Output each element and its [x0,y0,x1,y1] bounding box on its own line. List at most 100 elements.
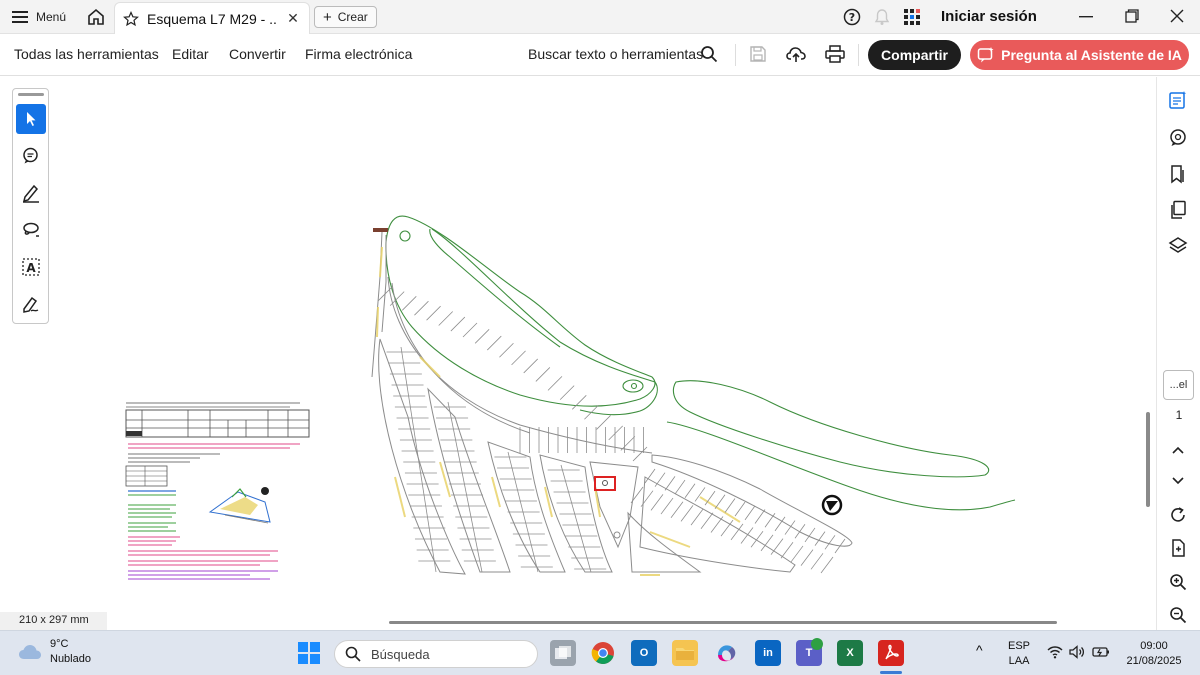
excel-app-icon[interactable]: X [837,640,863,666]
lot-line [700,512,714,530]
svg-text:?: ? [849,11,855,24]
taskbar-search[interactable]: Búsqueda [334,640,538,668]
lot-line [650,494,664,511]
help-icon[interactable]: ? [842,7,862,27]
lot-line [760,534,774,552]
taskbar-search-placeholder: Búsqueda [371,646,430,662]
ai-summary-icon[interactable] [1167,89,1189,111]
home-button[interactable] [84,5,108,29]
title-bar: Menú Esquema L7 M29 - ... ✕ + Crear ? In… [0,0,1200,34]
sign-tool-button[interactable] [16,289,46,319]
acrobat-app-icon[interactable] [878,640,904,666]
vertical-scroll-thumb[interactable] [1146,412,1150,507]
lot-line [664,476,676,491]
close-window-button[interactable] [1163,4,1191,28]
lot-line [462,322,478,338]
hamburger-icon [12,11,28,23]
select-tool-button[interactable] [16,104,46,134]
page-number: 1 [1175,408,1183,422]
lot-line [608,425,623,441]
plan-road-outline [371,231,853,575]
battery-icon[interactable] [1092,645,1110,664]
minimize-button[interactable] [1072,4,1100,28]
microsoft-365-app-icon[interactable] [713,640,739,666]
chrome-app-icon[interactable] [590,640,616,666]
lot-line [764,512,776,528]
star-icon[interactable] [123,10,139,27]
document-viewer[interactable] [0,77,1141,630]
edit-menu[interactable]: Editar [172,46,209,62]
document-tab[interactable]: Esquema L7 M29 - ... ✕ [114,2,310,34]
bookmarks-icon[interactable] [1167,163,1189,185]
menu-button[interactable]: Menú [12,7,66,27]
temperature: 9°C [50,638,69,650]
esign-menu[interactable]: Firma electrónica [305,46,412,62]
drag-grip[interactable] [18,93,44,96]
linkedin-app-icon[interactable]: in [755,640,781,666]
all-tools-menu[interactable]: Todas las herramientas [14,46,159,62]
chevron-down-icon[interactable] [1167,470,1189,492]
share-button[interactable]: Compartir [868,40,961,70]
lot-line [654,472,666,487]
comments-panel-icon[interactable] [1167,127,1189,149]
vertical-scrollbar[interactable] [1141,77,1156,630]
lot-line [584,404,599,420]
volume-icon[interactable] [1069,645,1085,664]
language-code: ESP [1008,640,1031,652]
zoom-out-icon[interactable] [1167,604,1189,626]
start-button[interactable] [297,641,321,665]
clock[interactable]: 09:00 21/08/2025 [1122,639,1186,669]
chevron-up-icon[interactable] [1167,439,1189,461]
apps-grid-icon[interactable] [902,7,922,27]
comment-tool-button[interactable] [16,141,46,171]
svg-text:A: A [26,261,36,275]
lot-line [400,346,437,573]
pages-thumbnails-icon[interactable] [1167,199,1189,221]
text-box-icon: A [22,258,40,276]
zoom-in-icon[interactable] [1167,571,1189,593]
lot-line [740,527,754,544]
highlighted-lot [594,476,616,491]
site-plan-drawing [125,215,1016,580]
close-tab-icon[interactable]: ✕ [285,10,301,27]
lot-line [426,305,441,321]
task-view-app-icon[interactable] [550,640,576,666]
bell-icon[interactable] [872,7,892,27]
restore-button[interactable] [1118,4,1146,28]
print-icon[interactable] [825,44,845,64]
outlook-app-icon[interactable]: O [631,640,657,666]
page-input[interactable]: ...el [1163,370,1194,400]
draw-tool-button[interactable] [16,215,46,245]
convert-menu[interactable]: Convertir [229,46,286,62]
search-icon[interactable] [699,44,719,64]
cloud-upload-icon[interactable] [786,44,806,64]
lot-line [632,446,648,462]
highlight-tool-button[interactable] [16,178,46,208]
text-tool-button[interactable]: A [16,252,46,282]
ai-assistant-button[interactable]: Pregunta al Asistente de IA [970,40,1189,70]
lot-line [535,367,551,382]
create-button[interactable]: + Crear [314,6,377,28]
layers-icon[interactable] [1167,235,1189,257]
teams-status-badge [811,638,823,650]
toolbar-divider [735,44,736,66]
north-arrow-symbol [821,494,843,516]
lot-line [794,524,806,539]
wifi-icon[interactable] [1047,645,1063,664]
extract-page-icon[interactable] [1167,537,1189,559]
weather-widget[interactable]: 9°C Nublado [18,637,91,667]
search-icon [345,646,361,662]
file-explorer-app-icon[interactable] [672,640,698,666]
lot-line [770,538,784,555]
sign-pen-icon [23,296,39,313]
horizontal-scroll-thumb[interactable] [389,621,1057,624]
signin-button[interactable]: Iniciar sesión [941,8,1037,25]
language-indicator[interactable]: ESP LAA [1008,639,1030,669]
entrance-marker [373,228,388,232]
plan-lot-grid [377,286,846,574]
lot-line [438,311,453,326]
save-icon[interactable] [748,44,768,64]
show-hidden-icons-chevron-icon[interactable]: ^ [976,643,983,658]
rotate-icon[interactable] [1167,504,1189,526]
search-tools-label[interactable]: Buscar texto o herramientas [528,46,703,62]
